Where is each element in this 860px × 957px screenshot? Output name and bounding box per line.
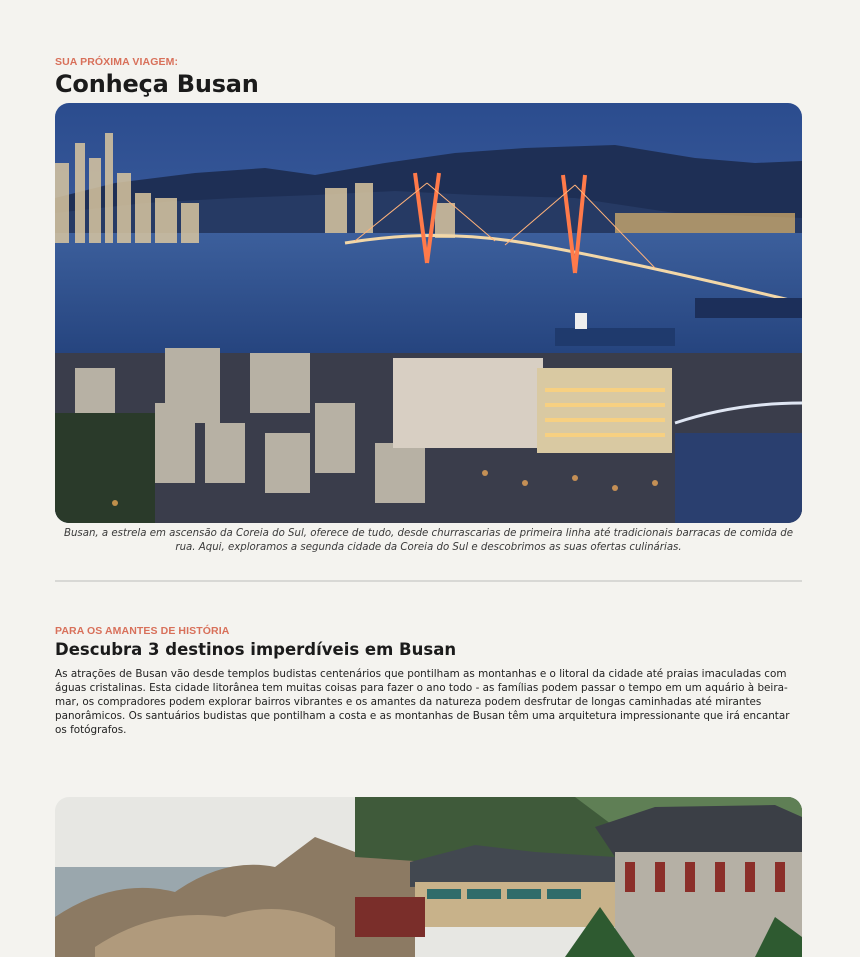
temple-photo [55,797,802,957]
section-title: Descubra 3 destinos imperdíveis em Busan [55,640,457,659]
page-title: Conheça Busan [55,70,259,98]
hero-photo-busan-night [55,103,802,523]
section-body-text: As atrações de Busan vão desde templos b… [55,668,790,736]
section-divider [55,580,802,582]
section-kicker: SUA PRÓXIMA VIAGEM: [55,56,179,68]
hero-caption: Busan, a estrela em ascensão da Coreia d… [63,528,794,553]
section-kicker: PARA OS AMANTES DE HISTÓRIA [55,625,230,637]
